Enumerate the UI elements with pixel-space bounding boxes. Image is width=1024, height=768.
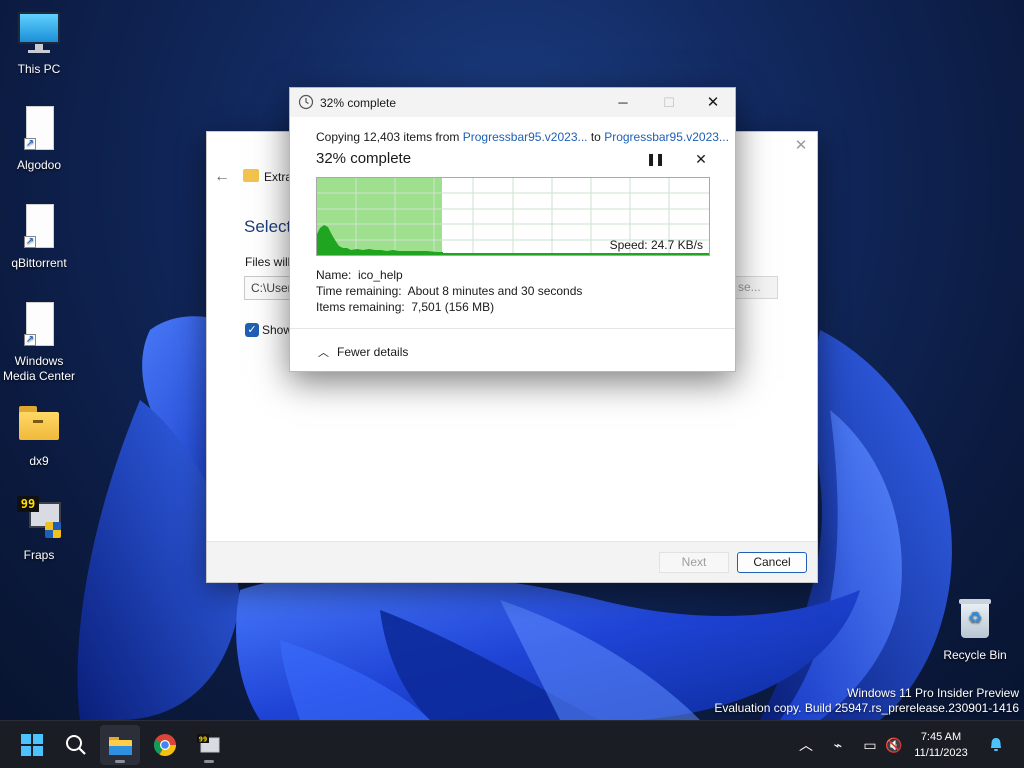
name-value: ico_help bbox=[358, 268, 403, 282]
to-word: to bbox=[587, 130, 605, 144]
shortcut-file-icon: ↗ bbox=[15, 302, 63, 350]
time-remaining-label: Time remaining: bbox=[316, 284, 402, 298]
back-arrow-icon[interactable]: ← bbox=[214, 168, 230, 186]
desktop-icon-label: Recycle Bin bbox=[943, 648, 1007, 662]
taskbar: 99 ︿ ⌁ ▭ 🔇 7:45 AM 11/11/2023 bbox=[0, 720, 1024, 768]
browse-button[interactable]: se... bbox=[735, 276, 778, 299]
file-explorer-button[interactable] bbox=[100, 725, 140, 765]
name-label: Name: bbox=[316, 268, 352, 282]
copy-progress-dialog: 32% complete ─ ☐ ✕ Copying 12,403 items … bbox=[289, 87, 736, 372]
installer-heading: Select bbox=[244, 217, 292, 236]
display-icon[interactable]: ▭ bbox=[860, 735, 880, 755]
folder-icon bbox=[15, 402, 63, 450]
copy-prefix: Copying 12,403 items from bbox=[316, 130, 463, 144]
details-divider bbox=[290, 328, 735, 329]
pause-button[interactable]: ❚❚ bbox=[646, 152, 665, 168]
items-remaining-label: Items remaining: bbox=[316, 300, 405, 314]
items-remaining-value: 7,501 (156 MB) bbox=[411, 300, 495, 314]
show-hidden-icons-chevron-icon[interactable]: ︿ bbox=[796, 735, 816, 755]
notification-bell-icon[interactable] bbox=[986, 735, 1006, 755]
desktop-icon-algodoo[interactable]: ↗ Algodoo bbox=[0, 106, 78, 173]
desktop-icon-label: Algodoo bbox=[16, 158, 62, 172]
clock-date: 11/11/2023 bbox=[914, 747, 968, 759]
show-checkbox-label: Show bbox=[262, 323, 293, 337]
cancel-button[interactable]: Cancel bbox=[737, 552, 807, 573]
stop-button[interactable]: ✕ bbox=[692, 151, 710, 167]
dialog-titlebar[interactable]: 32% complete ─ ☐ ✕ bbox=[290, 88, 735, 117]
fraps-icon: 99 bbox=[15, 496, 63, 544]
desktop-icon-label: Fraps bbox=[23, 548, 55, 562]
clock-time: 7:45 AM bbox=[920, 731, 962, 743]
fewer-details-label: Fewer details bbox=[337, 345, 409, 359]
desktop-icon-windows-media-center[interactable]: ↗ Windows Media Center bbox=[0, 302, 78, 384]
next-button[interactable]: Next bbox=[659, 552, 729, 573]
watermark-line-1: Windows 11 Pro Insider Preview bbox=[847, 686, 1019, 700]
transfer-speed: Speed: 24.7 KB/s bbox=[609, 238, 703, 252]
bell-icon bbox=[991, 738, 1001, 751]
progress-status: 32% complete bbox=[316, 150, 412, 167]
files-location-label: Files will bbox=[245, 255, 291, 269]
fewer-details-toggle[interactable]: ︿ Fewer details bbox=[318, 344, 408, 360]
time-remaining-row: Time remaining: About 8 minutes and 30 s… bbox=[316, 284, 582, 298]
dialog-title: 32% complete bbox=[320, 96, 397, 110]
fraps-icon: 99 bbox=[197, 734, 220, 753]
svg-text:99: 99 bbox=[199, 736, 207, 744]
network-disconnected-icon[interactable]: ⌁ bbox=[828, 735, 848, 755]
close-button[interactable]: ✕ bbox=[690, 88, 736, 117]
desktop-icon-dx9[interactable]: dx9 bbox=[0, 402, 78, 469]
monitor-icon bbox=[15, 10, 63, 58]
desktop-icon-label: qBittorrent bbox=[11, 256, 67, 270]
copy-summary-line: Copying 12,403 items from Progressbar95.… bbox=[316, 130, 729, 144]
fraps-taskbar-button[interactable]: 99 bbox=[189, 725, 229, 765]
clock-icon bbox=[298, 94, 314, 110]
destination-link[interactable]: Progressbar95.v2023... bbox=[604, 130, 729, 144]
folder-icon bbox=[243, 169, 259, 182]
desktop-icon-this-pc[interactable]: This PC bbox=[0, 10, 78, 77]
volume-muted-icon[interactable]: 🔇 bbox=[884, 735, 904, 755]
installer-breadcrumb: Extra bbox=[264, 170, 293, 184]
desktop-icon-label: Windows Media Center bbox=[2, 354, 76, 383]
start-icon bbox=[21, 734, 43, 756]
chrome-button[interactable] bbox=[145, 725, 185, 765]
shortcut-file-icon: ↗ bbox=[15, 106, 63, 154]
maximize-button: ☐ bbox=[663, 95, 675, 110]
running-indicator bbox=[115, 760, 125, 763]
recycle-bin-icon: ♻ bbox=[951, 596, 999, 644]
desktop-icon-label: dx9 bbox=[29, 454, 49, 468]
name-row: Name: ico_help bbox=[316, 268, 403, 282]
time-remaining-value: About 8 minutes and 30 seconds bbox=[407, 284, 583, 298]
transfer-speed-graph: Speed: 24.7 KB/s bbox=[316, 177, 710, 256]
chrome-icon bbox=[154, 734, 176, 756]
evaluation-watermark: Windows 11 Pro Insider Preview Evaluatio… bbox=[714, 686, 1019, 716]
search-button[interactable] bbox=[56, 725, 96, 765]
running-indicator bbox=[204, 760, 214, 763]
minimize-button[interactable]: ─ bbox=[600, 88, 646, 117]
shortcut-file-icon: ↗ bbox=[15, 204, 63, 252]
desktop-icon-label: This PC bbox=[17, 62, 61, 76]
watermark-line-2: Evaluation copy. Build 25947.rs_prerelea… bbox=[714, 701, 1019, 715]
search-icon bbox=[66, 735, 86, 755]
show-checkbox[interactable]: ✓ bbox=[245, 323, 259, 337]
desktop-icon-fraps[interactable]: 99 Fraps bbox=[0, 496, 78, 563]
chevron-up-icon: ︿ bbox=[318, 347, 329, 359]
desktop-icon-qbittorrent[interactable]: ↗ qBittorrent bbox=[0, 204, 78, 271]
system-clock[interactable]: 7:45 AM 11/11/2023 bbox=[911, 729, 971, 761]
desktop-icon-recycle-bin[interactable]: ♻ Recycle Bin bbox=[936, 596, 1014, 663]
source-link[interactable]: Progressbar95.v2023... bbox=[463, 130, 588, 144]
file-explorer-icon bbox=[109, 737, 132, 755]
start-button[interactable] bbox=[12, 725, 52, 765]
items-remaining-row: Items remaining: 7,501 (156 MB) bbox=[316, 300, 494, 314]
installer-close-icon[interactable]: ✕ bbox=[793, 138, 809, 154]
